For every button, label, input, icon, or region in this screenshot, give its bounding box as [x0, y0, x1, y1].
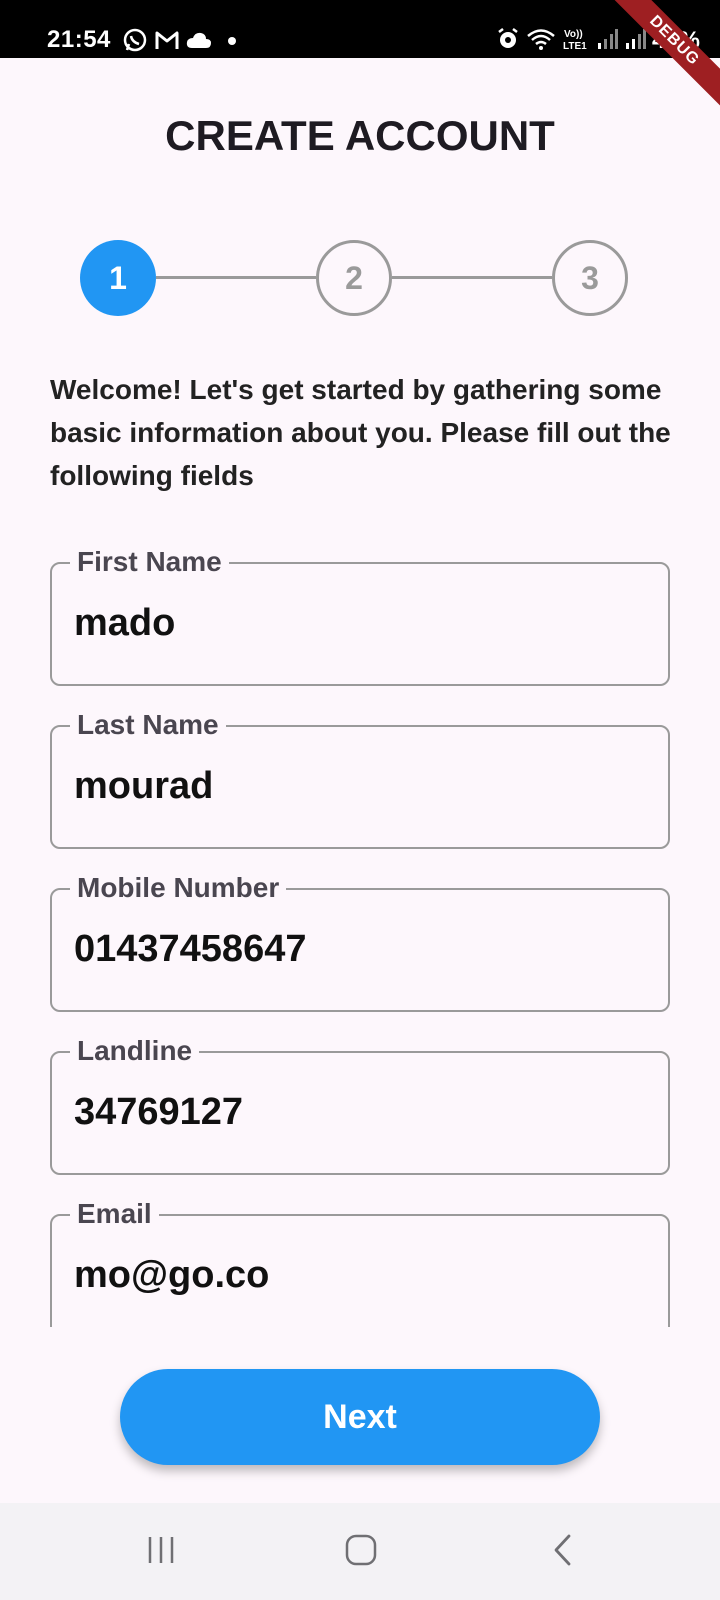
home-icon — [344, 1533, 378, 1572]
volte-icon: Vo)) LTE1 — [562, 26, 590, 57]
last-name-label: Last Name — [70, 707, 226, 743]
first-name-field[interactable]: First Name — [50, 544, 670, 686]
alarm-icon — [496, 27, 520, 56]
mobile-number-field[interactable]: Mobile Number — [50, 870, 670, 1012]
mobile-number-label: Mobile Number — [70, 870, 287, 906]
last-name-field[interactable]: Last Name — [50, 707, 670, 849]
wifi-icon — [526, 27, 556, 56]
signal-icon — [596, 28, 618, 54]
back-button[interactable] — [528, 1527, 598, 1577]
mobile-number-input[interactable] — [74, 928, 634, 971]
page-title: CREATE ACCOUNT — [165, 112, 555, 159]
step-2-indicator: 2 — [316, 240, 392, 316]
home-button[interactable] — [326, 1527, 396, 1577]
notification-icons — [122, 28, 240, 56]
dot-icon — [218, 33, 240, 51]
landline-input[interactable] — [74, 1091, 634, 1134]
email-input[interactable] — [74, 1254, 634, 1297]
email-field[interactable]: Email — [50, 1196, 670, 1327]
email-label: Email — [70, 1196, 159, 1232]
recent-apps-icon — [144, 1534, 178, 1571]
back-icon — [550, 1533, 576, 1572]
next-button[interactable]: Next — [120, 1369, 600, 1465]
signal-icon — [624, 28, 646, 54]
recent-apps-button[interactable] — [126, 1527, 196, 1577]
status-bar: 21:54 Vo))LTE1 46% DEBUG — [0, 0, 720, 114]
last-name-input[interactable] — [74, 765, 634, 808]
first-name-label: First Name — [70, 544, 229, 580]
step-3-indicator: 3 — [552, 240, 628, 316]
debug-banner: DEBUG — [601, 0, 720, 114]
first-name-input[interactable] — [74, 602, 634, 645]
svg-text:LTE1: LTE1 — [563, 41, 587, 52]
landline-field[interactable]: Landline — [50, 1033, 670, 1175]
svg-text:Vo)): Vo)) — [564, 29, 583, 40]
whatsapp-icon — [122, 27, 148, 58]
step-1-indicator: 1 — [80, 240, 156, 316]
stepper-connector — [392, 276, 552, 279]
gmail-icon — [154, 29, 180, 56]
status-time: 21:54 — [47, 26, 111, 53]
intro-text: Welcome! Let's get started by gathering … — [50, 374, 671, 491]
landline-label: Landline — [70, 1033, 200, 1069]
system-nav-bar — [0, 1503, 720, 1600]
cloud-icon — [186, 31, 212, 54]
stepper-connector — [156, 276, 316, 279]
form-scroll-area[interactable]: First Name Last Name Mobile Number Landl… — [0, 520, 720, 1327]
